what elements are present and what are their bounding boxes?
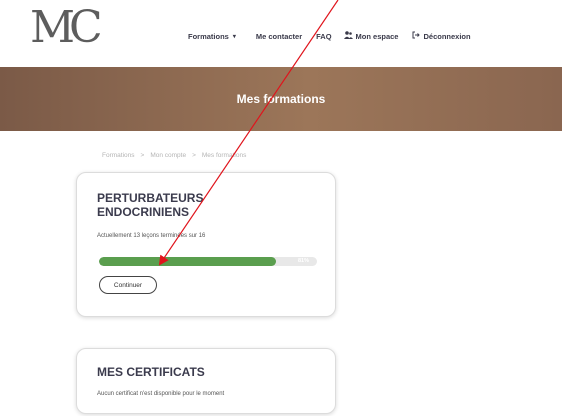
site-header: MC Formations ▾ Me contacter FAQ Mon esp… xyxy=(0,0,562,68)
nav-item-formations[interactable]: Formations ▾ xyxy=(188,32,236,41)
course-title: PERTURBATEURS ENDOCRINIENS xyxy=(97,191,204,219)
nav-label-faq: FAQ xyxy=(316,31,332,41)
nav-item-faq[interactable]: FAQ xyxy=(316,32,331,41)
breadcrumb-formations[interactable]: Formations xyxy=(102,152,135,159)
course-card: PERTURBATEURS ENDOCRINIENS Actuellement … xyxy=(76,172,336,317)
user-icon xyxy=(343,31,353,41)
nav-label-contact: Me contacter xyxy=(255,31,303,41)
site-logo[interactable]: MC xyxy=(6,2,103,62)
breadcrumb-mon-compte[interactable]: Mon compte xyxy=(150,152,186,159)
progress-bar: 81% xyxy=(99,257,317,266)
certificates-card: MES CERTIFICATS Aucun certificat n'est d… xyxy=(76,348,336,414)
nav-item-contact[interactable]: Me contacter xyxy=(256,32,302,41)
nav-label-formations: Formations xyxy=(188,31,229,41)
nav-item-mon-espace[interactable]: Mon espace xyxy=(343,31,399,41)
breadcrumb: Formations > Mon compte > Mes formations xyxy=(102,152,246,159)
page-title: Mes formations xyxy=(236,92,326,106)
certificates-message: Aucun certificat n'est disponible pour l… xyxy=(97,391,225,397)
main-nav: Formations ▾ Me contacter FAQ Mon espace… xyxy=(188,29,471,43)
page-banner: Mes formations xyxy=(0,67,562,131)
nav-label-mon-espace: Mon espace xyxy=(355,31,399,41)
progress-fill xyxy=(99,257,276,266)
course-status: Actuellement 13 leçons terminées sur 16 xyxy=(97,233,206,239)
nav-label-deconnexion: Déconnexion xyxy=(423,31,471,41)
logout-icon xyxy=(412,31,421,41)
chevron-down-icon: ▾ xyxy=(232,33,236,40)
breadcrumb-separator: > xyxy=(140,152,145,159)
breadcrumb-mes-formations: Mes formations xyxy=(201,152,247,159)
continue-button[interactable]: Continuer xyxy=(99,276,157,294)
breadcrumb-separator: > xyxy=(192,152,196,159)
progress-label: 81% xyxy=(297,258,309,264)
logo-monogram: MC xyxy=(30,2,103,53)
nav-item-deconnexion[interactable]: Déconnexion xyxy=(412,31,471,41)
certificates-title: MES CERTIFICATS xyxy=(97,365,205,379)
